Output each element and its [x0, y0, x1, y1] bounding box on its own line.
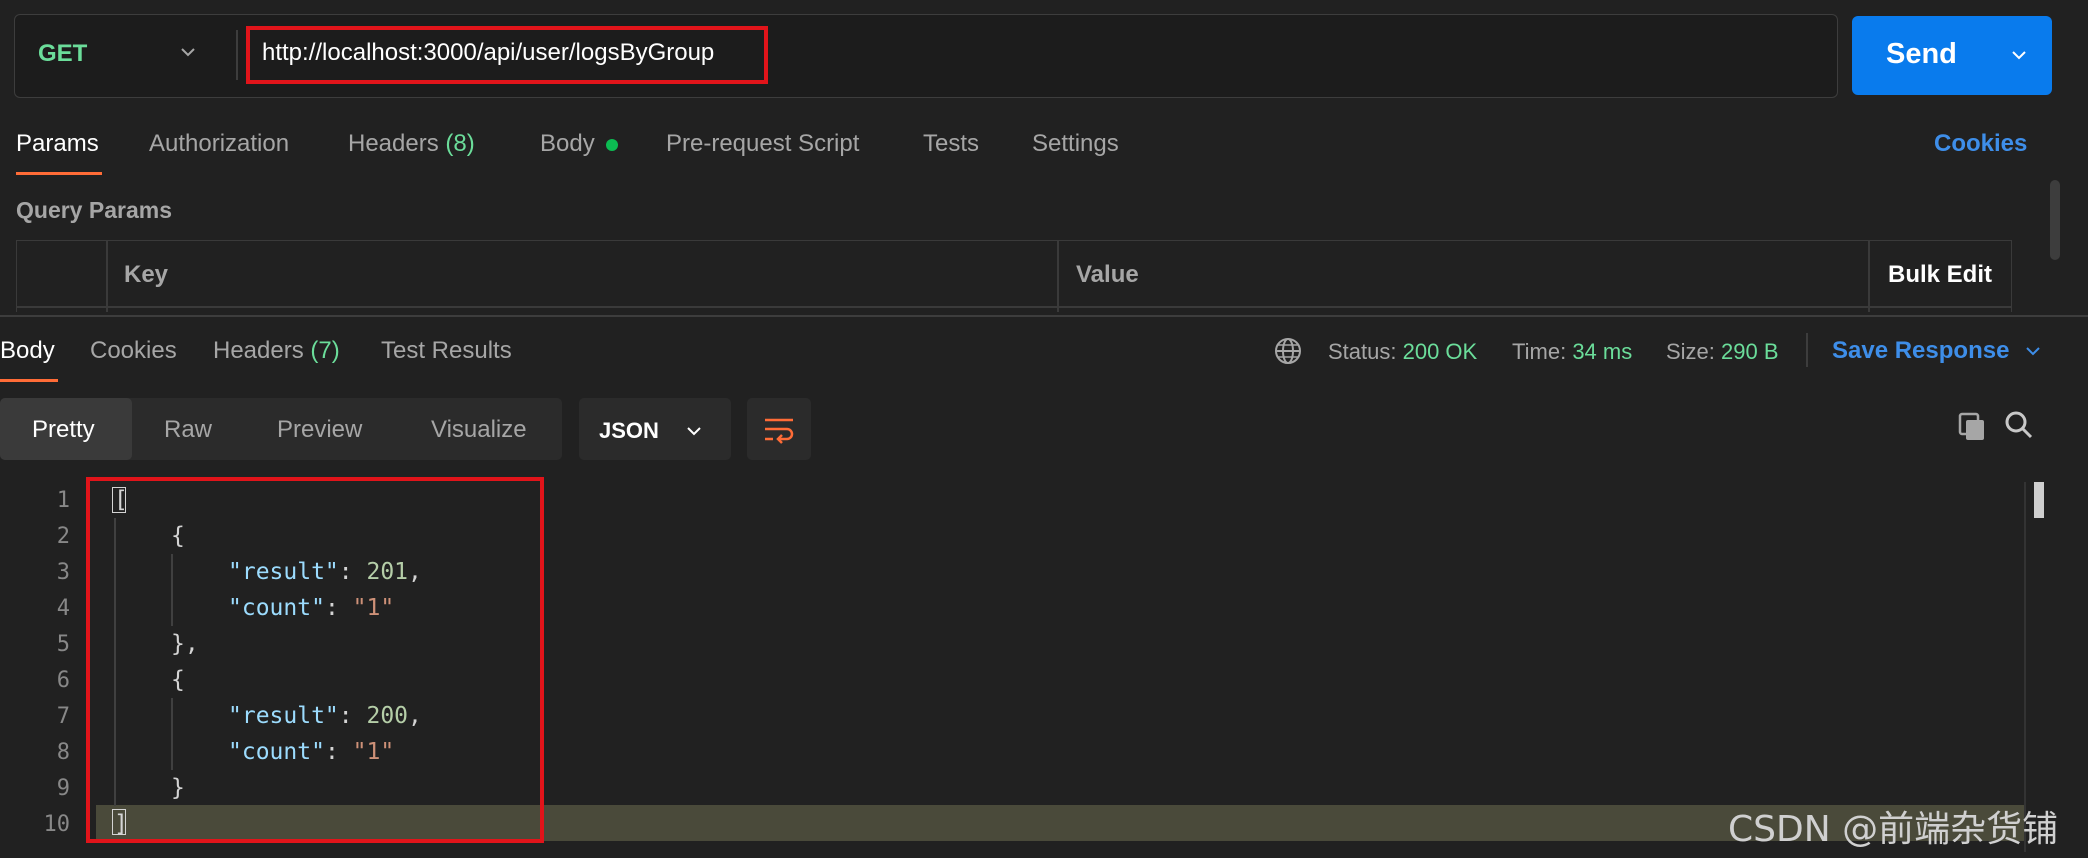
- view-raw-button[interactable]: Raw: [164, 416, 212, 444]
- active-tab-indicator: [0, 379, 58, 382]
- size-value: 290 B: [1721, 339, 1779, 364]
- query-params-table: [16, 240, 2012, 312]
- method-selector[interactable]: GET: [38, 40, 87, 68]
- line-number: 1: [56, 488, 70, 513]
- line-number: 2: [56, 524, 70, 549]
- response-tab-cookies[interactable]: Cookies: [90, 337, 177, 365]
- response-tab-headers[interactable]: Headers (7): [213, 337, 340, 365]
- query-params-title: Query Params: [16, 197, 172, 223]
- line-number: 3: [56, 560, 70, 585]
- column-header-key: Key: [124, 261, 169, 288]
- view-pretty-label[interactable]: Pretty: [32, 416, 95, 444]
- request-scrollbar[interactable]: [2050, 180, 2060, 260]
- save-response-button[interactable]: Save Response: [1832, 337, 2009, 365]
- view-visualize-button[interactable]: Visualize: [431, 416, 527, 444]
- active-tab-indicator: [16, 172, 102, 175]
- tab-settings[interactable]: Settings: [1032, 130, 1119, 158]
- body-indicator-dot: [606, 139, 618, 151]
- line-number: 5: [56, 632, 70, 657]
- chevron-down-icon[interactable]: [2024, 342, 2042, 360]
- tab-body[interactable]: Body: [540, 130, 595, 158]
- response-tab-headers-count: (7): [310, 337, 340, 364]
- format-selector-label[interactable]: JSON: [599, 418, 659, 444]
- wrap-lines-icon[interactable]: [761, 412, 797, 446]
- globe-icon[interactable]: [1273, 336, 1303, 366]
- response-tab-body[interactable]: Body: [0, 337, 55, 365]
- chevron-down-icon[interactable]: [2011, 47, 2027, 63]
- cookies-link[interactable]: Cookies: [1934, 130, 2027, 158]
- line-number: 4: [56, 596, 70, 621]
- table-row-divider: [16, 306, 2012, 308]
- response-tab-test-results[interactable]: Test Results: [381, 337, 512, 365]
- tab-headers-count: (8): [445, 130, 475, 157]
- tab-params[interactable]: Params: [16, 130, 99, 158]
- copy-icon[interactable]: [1956, 410, 1988, 442]
- size-readout[interactable]: Size: 290 B: [1666, 339, 1779, 365]
- status-divider: [1806, 333, 1808, 367]
- tab-authorization[interactable]: Authorization: [149, 130, 289, 158]
- url-divider: [236, 30, 238, 80]
- tab-prerequest-script[interactable]: Pre-request Script: [666, 130, 859, 158]
- table-column-divider: [1868, 240, 1870, 312]
- line-number: 7: [56, 704, 70, 729]
- watermark: CSDN @前端杂货铺: [1728, 809, 2059, 850]
- search-icon[interactable]: [2004, 410, 2034, 440]
- tab-tests[interactable]: Tests: [923, 130, 979, 158]
- response-tab-headers-label: Headers: [213, 337, 304, 364]
- table-column-divider: [1057, 240, 1059, 312]
- time-value: 34 ms: [1572, 339, 1633, 364]
- chevron-down-icon[interactable]: [685, 422, 703, 440]
- status-label: Status:: [1328, 339, 1397, 364]
- size-label: Size:: [1666, 339, 1715, 364]
- time-label: Time:: [1512, 339, 1567, 364]
- view-preview-button[interactable]: Preview: [277, 416, 362, 444]
- status-value: 200 OK: [1402, 339, 1478, 364]
- pane-splitter[interactable]: [0, 315, 2088, 317]
- bulk-edit-button[interactable]: Bulk Edit: [1888, 261, 1992, 289]
- url-highlight-box: [246, 26, 768, 84]
- chevron-down-icon[interactable]: [180, 44, 196, 60]
- status-readout[interactable]: Status: 200 OK: [1328, 339, 1477, 365]
- tab-headers-label: Headers: [348, 130, 439, 157]
- tab-headers[interactable]: Headers (8): [348, 130, 475, 158]
- line-number: 10: [43, 812, 71, 837]
- line-number: 9: [56, 776, 70, 801]
- table-column-divider: [106, 240, 108, 312]
- code-scrollbar[interactable]: [2034, 482, 2044, 518]
- send-button-label[interactable]: Send: [1886, 38, 1957, 71]
- column-header-value: Value: [1076, 261, 1139, 288]
- line-number: 6: [56, 668, 70, 693]
- response-highlight-box: [86, 477, 544, 843]
- line-number: 8: [56, 740, 70, 765]
- time-readout[interactable]: Time: 34 ms: [1512, 339, 1632, 365]
- code-scroll-track: [2024, 482, 2026, 852]
